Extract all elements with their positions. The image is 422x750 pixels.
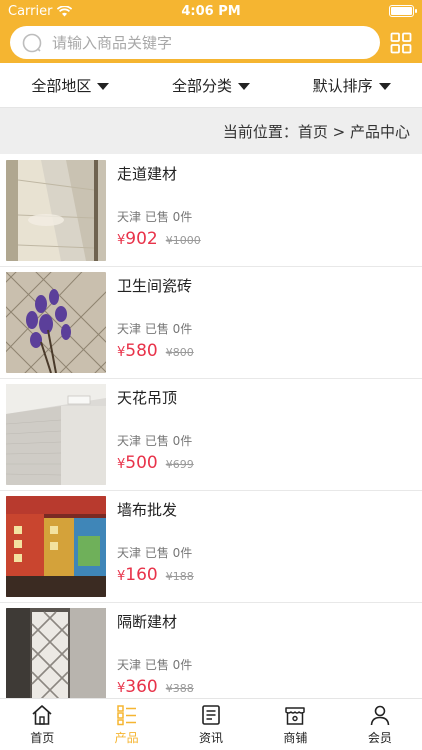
user-icon: [370, 705, 390, 725]
product-image: [6, 272, 106, 373]
tab-bar: 首页 产品 资讯 商铺 会员: [0, 698, 422, 750]
product-item[interactable]: 走道建材 天津 已售 0件 ¥902 ¥1000: [0, 155, 422, 267]
tab-news[interactable]: 资讯: [169, 699, 253, 750]
product-price: ¥902: [117, 229, 158, 249]
product-old-price: ¥800: [165, 346, 194, 359]
product-old-price: ¥1000: [165, 234, 201, 247]
tab-home[interactable]: 首页: [0, 699, 84, 750]
battery-icon: [389, 5, 417, 17]
caret-down-icon: [378, 82, 391, 90]
product-image: [6, 160, 106, 261]
product-list-icon: [116, 704, 136, 725]
news-icon: [202, 704, 220, 725]
search-bar[interactable]: [10, 26, 380, 59]
product-item[interactable]: 隔断建材 天津 已售 0件 ¥360 ¥388: [0, 603, 422, 698]
shop-icon: [285, 706, 306, 725]
tab-products[interactable]: 产品: [84, 699, 168, 750]
product-price: ¥580: [117, 341, 158, 361]
tab-member[interactable]: 会员: [338, 699, 422, 750]
product-meta: 天津 已售 0件: [117, 434, 193, 448]
product-meta: 天津 已售 0件: [117, 546, 193, 560]
search-icon: [22, 33, 42, 52]
product-old-price: ¥188: [165, 570, 194, 583]
product-name: 卫生间瓷砖: [117, 277, 193, 295]
product-image: [6, 384, 106, 485]
product-image: [6, 496, 106, 597]
product-meta: 天津 已售 0件: [117, 322, 193, 336]
home-icon: [32, 704, 52, 725]
product-meta: 天津 已售 0件: [117, 210, 193, 224]
filter-sort[interactable]: 默认排序: [281, 63, 422, 107]
product-name: 天花吊顶: [117, 389, 178, 407]
product-item[interactable]: 天花吊顶 天津 已售 0件 ¥500 ¥699: [0, 379, 422, 491]
product-old-price: ¥699: [165, 458, 194, 471]
product-price: ¥500: [117, 453, 158, 473]
category-grid-icon[interactable]: [390, 32, 412, 54]
product-old-price: ¥388: [165, 682, 194, 695]
tab-shop[interactable]: 商铺: [253, 699, 337, 750]
product-price: ¥160: [117, 565, 158, 585]
status-time: 4:06 PM: [181, 3, 241, 19]
breadcrumb-text: 当前位置：首页 > 产品中心: [222, 122, 410, 141]
filter-category[interactable]: 全部分类: [141, 63, 282, 107]
product-meta: 天津 已售 0件: [117, 658, 193, 672]
product-image: [6, 608, 106, 698]
status-bar: Carrier 4:06 PM: [0, 0, 422, 22]
product-list: 走道建材 天津 已售 0件 ¥902 ¥1000 卫生间瓷砖 天津 已售 0件 …: [0, 155, 422, 698]
header: Carrier 4:06 PM: [0, 0, 422, 63]
caret-down-icon: [238, 82, 251, 90]
filter-bar: 全部地区 全部分类 默认排序: [0, 63, 422, 108]
product-name: 走道建材: [117, 165, 178, 183]
caret-down-icon: [97, 82, 110, 90]
product-name: 隔断建材: [117, 613, 178, 631]
product-name: 墙布批发: [117, 501, 178, 519]
product-item[interactable]: 卫生间瓷砖 天津 已售 0件 ¥580 ¥800: [0, 267, 422, 379]
breadcrumb: 当前位置：首页 > 产品中心: [0, 108, 422, 154]
product-price: ¥360: [117, 677, 158, 697]
product-item[interactable]: 墙布批发 天津 已售 0件 ¥160 ¥188: [0, 491, 422, 603]
filter-region[interactable]: 全部地区: [0, 63, 141, 107]
search-input[interactable]: [52, 33, 380, 52]
